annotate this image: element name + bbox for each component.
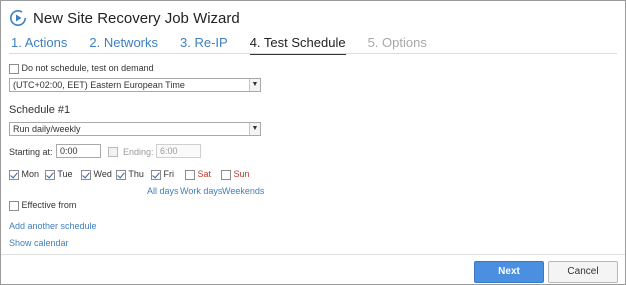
day-thu-checkbox[interactable] [116, 169, 126, 180]
chevron-down-icon[interactable]: ▼ [249, 123, 260, 135]
show-calendar-link[interactable]: Show calendar [9, 238, 69, 248]
ending-checkbox[interactable] [108, 147, 118, 157]
day-mon-label: Mon [21, 169, 40, 179]
on-demand-label: Do not schedule, test on demand [21, 63, 154, 73]
work-days-link[interactable]: Work days [180, 186, 222, 196]
title-bar: New Site Recovery Job Wizard [9, 7, 240, 29]
day-wed-checkbox[interactable] [81, 169, 91, 180]
wizard-window: New Site Recovery Job Wizard 1. Actions … [0, 0, 626, 285]
day-fri-checkbox[interactable] [151, 169, 161, 180]
day-sat-checkbox[interactable] [185, 169, 195, 180]
day-wed-label: Wed [93, 169, 112, 179]
day-mon[interactable]: Mon [9, 169, 39, 180]
cancel-button[interactable]: Cancel [548, 261, 618, 283]
effective-from-checkbox[interactable] [9, 200, 19, 211]
day-fri-label: Fri [163, 169, 175, 179]
day-sat-label: Sat [197, 169, 212, 179]
step-re-ip[interactable]: 3. Re-IP [180, 35, 228, 55]
window-title: New Site Recovery Job Wizard [33, 9, 240, 27]
day-sun[interactable]: Sun [221, 169, 250, 180]
all-days-link[interactable]: All days [147, 186, 179, 196]
effective-from-label: Effective from [21, 200, 77, 210]
steps-divider [9, 53, 617, 54]
weekends-link[interactable]: Weekends [222, 186, 264, 196]
day-thu-label: Thu [128, 169, 144, 179]
schedule-heading: Schedule #1 [9, 104, 71, 116]
next-button[interactable]: Next [474, 261, 544, 283]
day-mon-checkbox[interactable] [9, 169, 19, 180]
step-actions[interactable]: 1. Actions [11, 35, 67, 55]
on-demand-checkbox[interactable] [9, 63, 19, 74]
step-networks[interactable]: 2. Networks [89, 35, 158, 55]
ending-time-input[interactable]: 6:00 [156, 144, 201, 158]
day-thu[interactable]: Thu [116, 169, 144, 180]
day-tue-checkbox[interactable] [45, 169, 55, 180]
timezone-value: (UTC+02:00, EET) Eastern European Time [13, 80, 185, 90]
footer-divider [1, 254, 625, 255]
on-demand-row: Do not schedule, test on demand [9, 63, 154, 74]
day-wed[interactable]: Wed [81, 169, 112, 180]
frequency-select[interactable]: Run daily/weekly ▼ [9, 122, 261, 136]
day-sun-checkbox[interactable] [221, 169, 231, 180]
starting-label: Starting at: [9, 147, 53, 157]
day-fri[interactable]: Fri [151, 169, 174, 180]
chevron-down-icon[interactable]: ▼ [249, 79, 260, 91]
day-tue[interactable]: Tue [45, 169, 73, 180]
effective-from-row: Effective from [9, 200, 76, 211]
recovery-cycle-icon [10, 10, 26, 26]
day-tue-label: Tue [57, 169, 73, 179]
starting-time-input[interactable]: 0:00 [56, 144, 101, 158]
timezone-select[interactable]: (UTC+02:00, EET) Eastern European Time ▼ [9, 78, 261, 92]
ending-label: Ending: [123, 147, 154, 157]
day-sat[interactable]: Sat [185, 169, 211, 180]
step-options: 5. Options [367, 35, 427, 50]
wizard-steps: 1. Actions 2. Networks 3. Re-IP 4. Test … [11, 35, 449, 55]
add-schedule-link[interactable]: Add another schedule [9, 221, 97, 231]
frequency-value: Run daily/weekly [13, 124, 81, 134]
day-sun-label: Sun [233, 169, 250, 179]
step-test-schedule[interactable]: 4. Test Schedule [249, 35, 346, 55]
